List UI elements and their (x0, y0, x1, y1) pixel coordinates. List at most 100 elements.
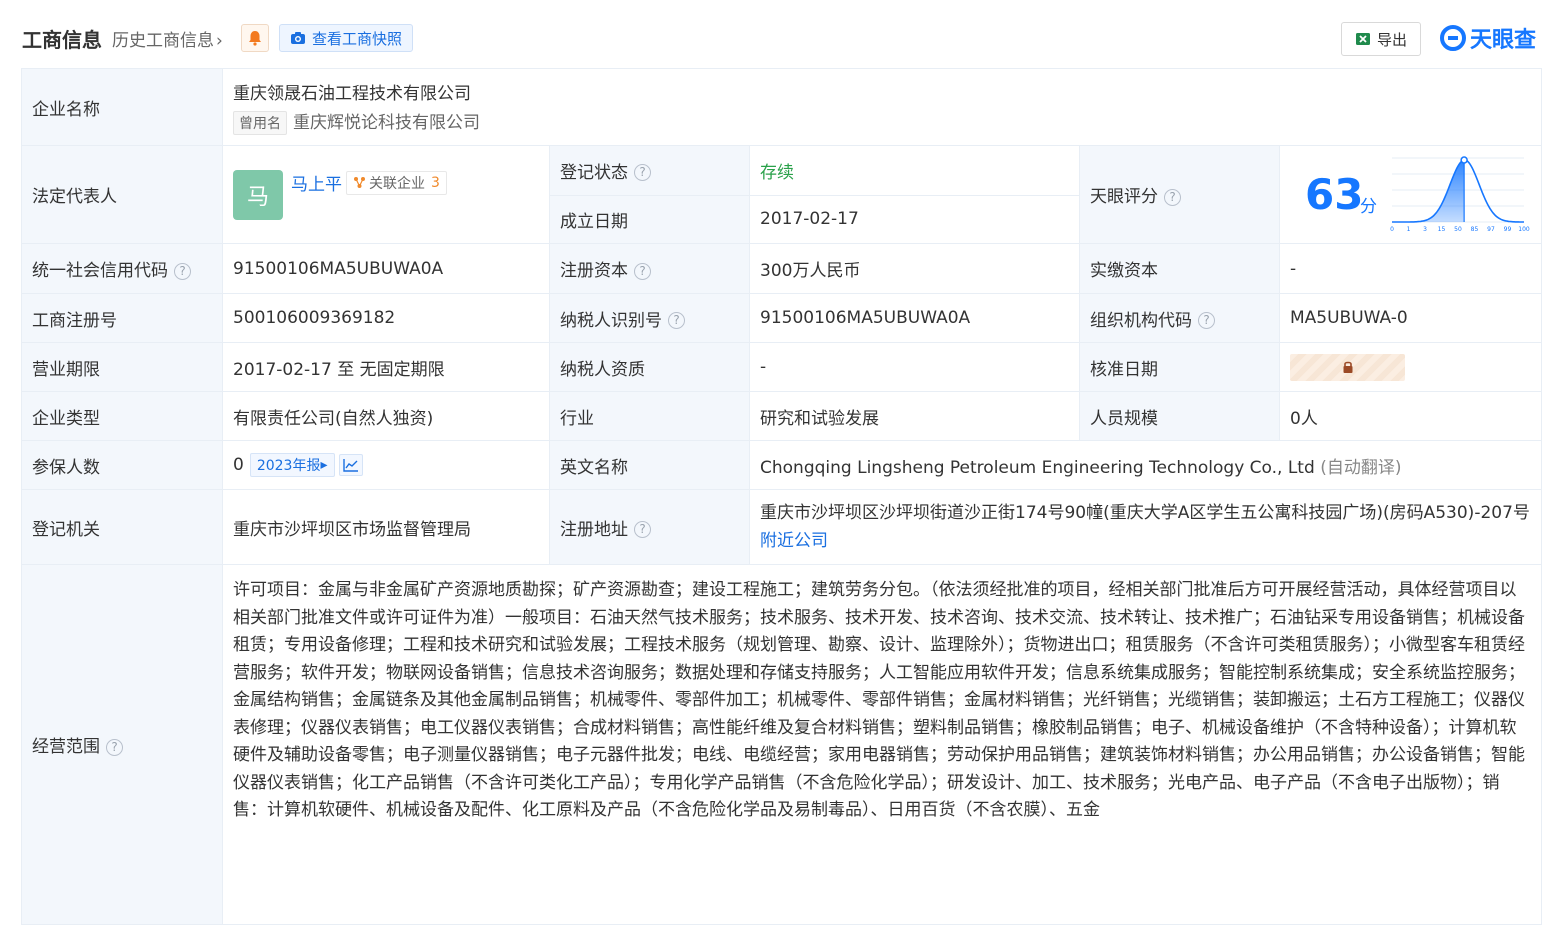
history-link[interactable]: 历史工商信息 › (112, 26, 223, 51)
bell-icon (249, 31, 261, 46)
credit-code-label: 统一社会信用代码? (21, 243, 223, 294)
snapshot-button-label: 查看工商快照 (312, 29, 403, 48)
reg-authority-label: 登记机关 (21, 489, 223, 565)
business-scope-value: 许可项目：金属与非金属矿产资源地质勘探；矿产资源勘查；建设工程施工；建筑劳务分包… (221, 564, 1543, 925)
help-icon[interactable]: ? (106, 738, 123, 756)
credit-code-value: 91500106MA5UBUWA0A (222, 243, 550, 294)
business-info-table: 企业名称 重庆领晟石油工程技术有限公司 曾用名 重庆辉悦论科技有限公司 法定代表人… (21, 68, 1543, 925)
history-link-label: 历史工商信息 (112, 31, 214, 51)
camera-icon (291, 32, 305, 44)
related-label: 关联企业 (369, 175, 425, 192)
table-row: 经营范围? 许可项目：金属与非金属矿产资源地质勘探；矿产资源勘查；建设工程施工；… (21, 564, 1543, 925)
help-icon[interactable]: ? (634, 164, 651, 182)
avatar[interactable]: 马 (233, 169, 283, 220)
industry-label: 行业 (549, 391, 750, 441)
help-icon[interactable]: ? (174, 262, 191, 280)
alt-name-line: 曾用名 重庆辉悦论科技有限公司 (233, 108, 1531, 135)
table-row: 营业期限 2017-02-17 至 无固定期限 纳税人资质 - 核准日期 (21, 342, 1543, 392)
help-icon[interactable]: ? (1164, 188, 1181, 206)
founded-label: 成立日期 (549, 194, 750, 244)
section-title: 工商信息 (22, 28, 102, 52)
tianyan-score-label: 天眼评分? (1079, 145, 1280, 244)
insured-label: 参保人数 (21, 440, 223, 490)
company-name-value: 重庆领晟石油工程技术有限公司 (233, 84, 471, 104)
section-header: 工商信息 历史工商信息 › 查看工商快照 导出 天眼查 (0, 0, 1556, 68)
score-axis-tick: 15 (1438, 226, 1446, 233)
line-chart-icon (342, 459, 358, 472)
vip-locked-field[interactable] (1290, 353, 1405, 381)
reg-status-value: 存续 (749, 145, 1080, 196)
taxpayer-id-value: 91500106MA5UBUWA0A (749, 293, 1080, 343)
paid-capital-label: 实缴资本 (1079, 243, 1280, 294)
insured-value: 0 (233, 455, 244, 475)
tianyancha-logo: 天眼查 (1440, 22, 1536, 54)
tianyan-score-cell[interactable]: 63 分 0 1 3 15 50 85 97 99 100 (1278, 145, 1543, 244)
export-button[interactable]: 导出 (1341, 22, 1421, 56)
legal-rep-cell: 马马上平 关联企业 3 (222, 145, 550, 244)
org-code-label: 组织机构代码? (1079, 293, 1280, 343)
reg-capital-value: 300万人民币 (749, 243, 1080, 294)
reg-number-value: 500106009369182 (222, 293, 550, 343)
staff-size-value: 0人 (1278, 391, 1543, 441)
legal-rep-label: 法定代表人 (21, 145, 223, 244)
tax-qualification-value: - (749, 342, 1080, 392)
paid-capital-value: - (1278, 243, 1543, 294)
org-code-value: MA5UBUWA-0 (1278, 293, 1543, 343)
nearby-companies-link[interactable]: 附近公司 (760, 531, 828, 551)
score-marker-dot (1460, 156, 1468, 164)
logo-text: 天眼查 (1470, 28, 1537, 53)
taxpayer-id-label: 纳税人识别号? (549, 293, 750, 343)
bell-button[interactable] (241, 24, 269, 52)
company-name-label: 企业名称 (21, 68, 223, 146)
alt-name-tag: 曾用名 (233, 111, 287, 135)
reg-capital-label: 注册资本? (549, 243, 750, 294)
help-icon[interactable]: ? (668, 312, 685, 329)
table-row: 参保人数 0 2023年报 ▸ 英文名称 Chongqing Lingsheng P… (21, 440, 1543, 490)
trend-chart-button[interactable] (338, 454, 363, 476)
founded-value: 2017-02-17 (749, 194, 1080, 244)
help-icon[interactable]: ? (1198, 312, 1215, 329)
insured-cell: 0 2023年报 ▸ (222, 440, 550, 490)
english-name-cell: Chongqing Lingsheng Petroleum Engineerin… (748, 440, 1543, 490)
reg-address-value: 重庆市沙坪坝区沙坪坝街道沙正街174号90幢(重庆大学A区学生五公寓科技园广场)… (760, 503, 1530, 523)
score-fill-area (1392, 160, 1465, 222)
caret-right-icon: ▸ (320, 457, 328, 473)
score-axis-tick: 0 (1390, 226, 1394, 233)
table-row: 企业类型 有限责任公司(自然人独资) 行业 研究和试验发展 人员规模 0人 (21, 391, 1543, 441)
term-label: 营业期限 (21, 342, 223, 392)
score-axis-tick: 85 (1471, 226, 1479, 233)
related-count: 3 (431, 174, 440, 191)
help-icon[interactable]: ? (634, 262, 651, 280)
legal-rep-name-link[interactable]: 马上平 (291, 175, 342, 195)
reg-address-cell: 重庆市沙坪坝区沙坪坝街道沙正街174号90幢(重庆大学A区学生五公寓科技园广场)… (748, 489, 1543, 565)
help-icon[interactable]: ? (634, 521, 651, 538)
score-unit: 分 (1360, 197, 1377, 217)
reg-status-label: 登记状态? (549, 145, 750, 196)
excel-icon (1355, 33, 1370, 45)
term-value: 2017-02-17 至 无固定期限 (222, 342, 550, 392)
score-axis-tick: 100 (1518, 226, 1530, 233)
score-axis-tick: 1 (1407, 226, 1411, 233)
company-type-value: 有限责任公司(自然人独资) (222, 391, 550, 441)
score-axis-tick: 3 (1423, 226, 1427, 233)
annual-report-button[interactable]: 2023年报 ▸ (249, 453, 335, 477)
chevron-right-icon: › (216, 31, 223, 51)
score-distribution-chart: 0 1 3 15 50 85 97 99 100 (1390, 156, 1530, 233)
approval-date-value (1278, 342, 1543, 392)
logo-mark-icon (1440, 25, 1466, 51)
score-number: 63 (1305, 170, 1364, 219)
table-row: 法定代表人 马马上平 关联企业 3 登记状态? 存续 天眼评分? 63 分 0 … (21, 145, 1543, 244)
related-companies-badge[interactable]: 关联企业 3 (346, 170, 447, 195)
reg-authority-value: 重庆市沙坪坝区市场监督管理局 (222, 489, 550, 565)
approval-date-label: 核准日期 (1079, 342, 1280, 392)
alt-name-value: 重庆辉悦论科技有限公司 (293, 113, 480, 133)
business-scope-label: 经营范围? (21, 564, 223, 925)
company-type-label: 企业类型 (21, 391, 223, 441)
snapshot-button[interactable]: 查看工商快照 (279, 24, 414, 52)
score-axis-tick: 97 (1487, 226, 1495, 233)
industry-value: 研究和试验发展 (749, 391, 1080, 441)
reg-number-label: 工商注册号 (21, 293, 223, 343)
table-row: 工商注册号 500106009369182 纳税人识别号? 91500106MA… (21, 293, 1543, 343)
table-row: 登记机关 重庆市沙坪坝区市场监督管理局 注册地址? 重庆市沙坪坝区沙坪坝街道沙正… (21, 489, 1543, 565)
lock-icon (1343, 361, 1352, 373)
